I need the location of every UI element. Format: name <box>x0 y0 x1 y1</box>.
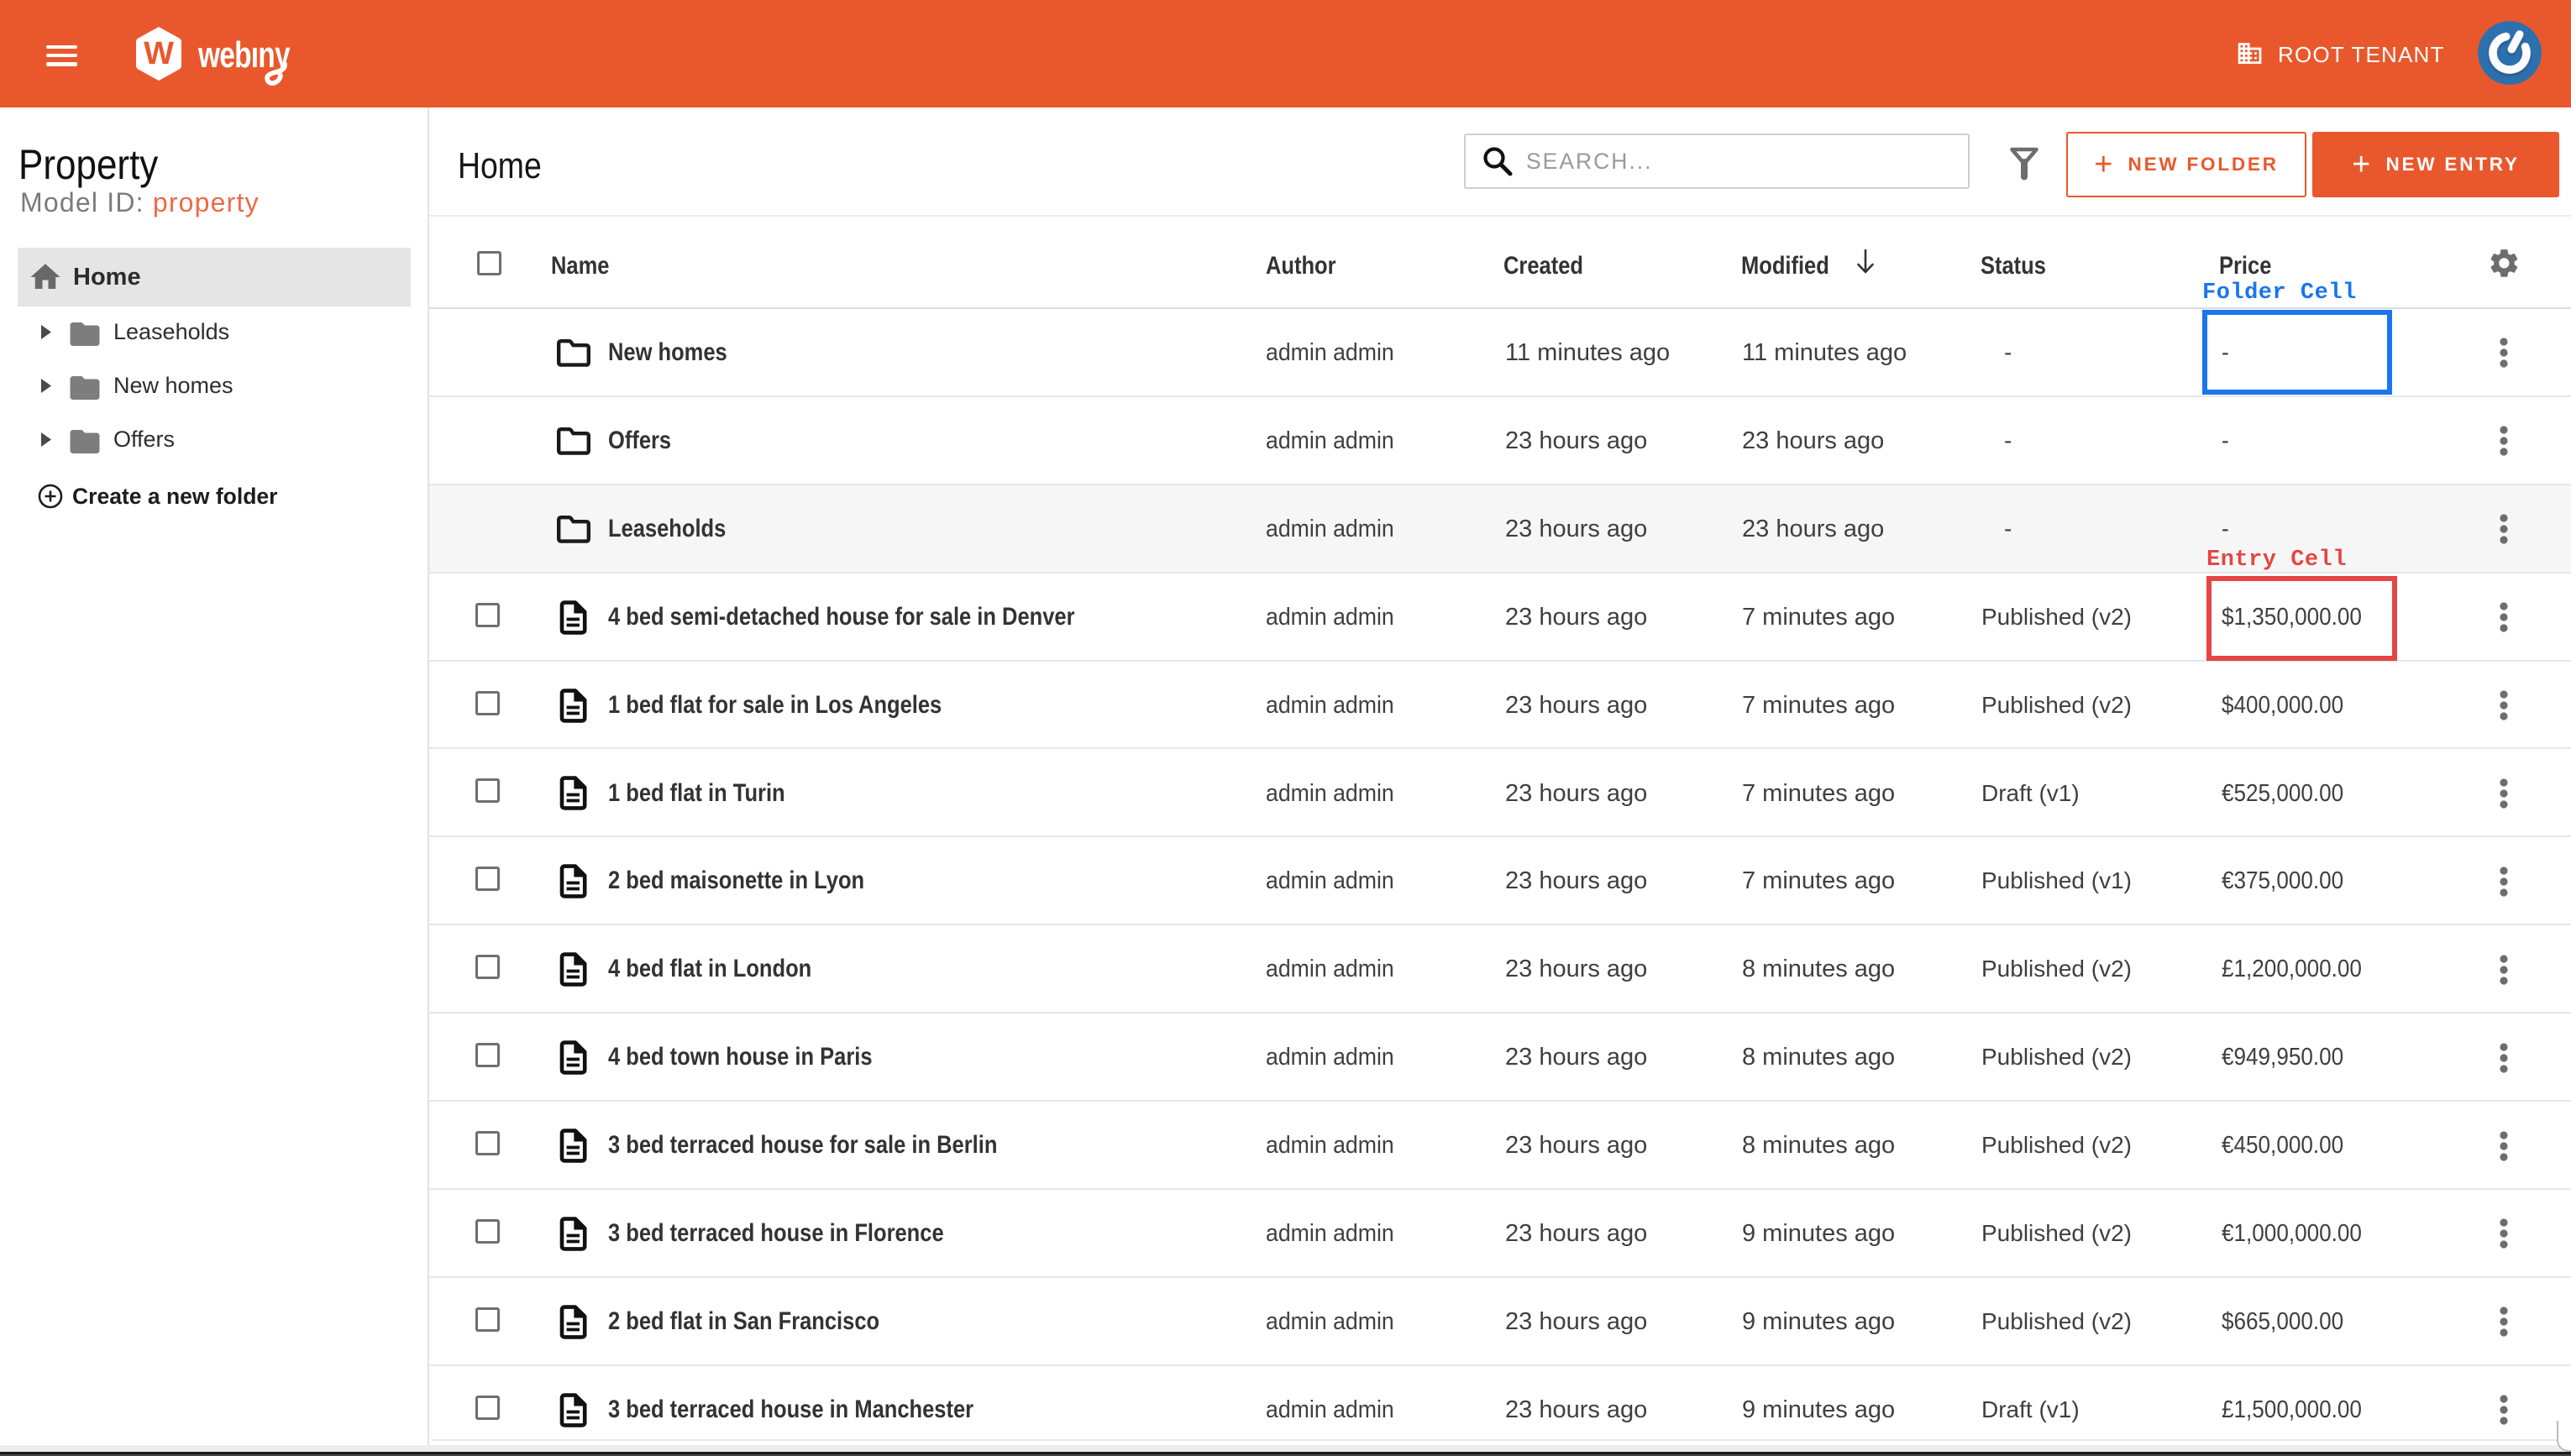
svg-text:W: W <box>144 36 174 71</box>
